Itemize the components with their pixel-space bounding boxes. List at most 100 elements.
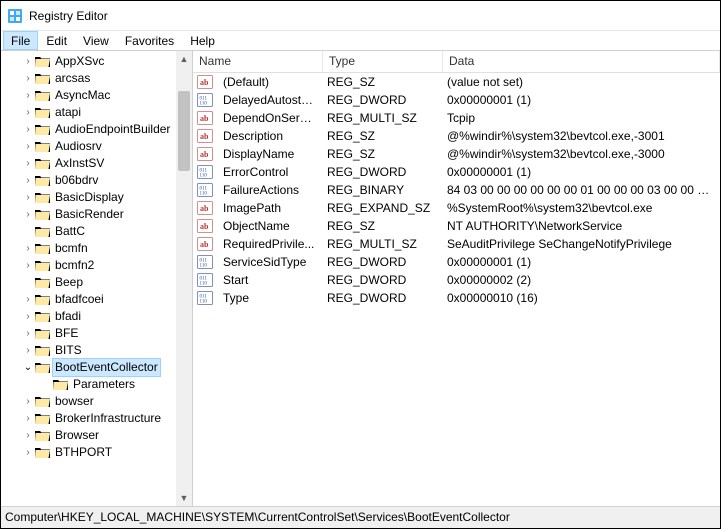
tree-node[interactable]: ›BrokerInfrastructure [3, 410, 176, 427]
chevron-right-icon[interactable]: › [21, 155, 35, 172]
list-row[interactable]: DescriptionREG_SZ@%windir%\system32\bevt… [193, 127, 720, 145]
value-type: REG_SZ [321, 129, 441, 143]
chevron-right-icon[interactable]: › [21, 410, 35, 427]
tree-node-label: Parameters [73, 376, 135, 393]
values-list[interactable]: (Default)REG_SZ(value not set)DelayedAut… [193, 73, 720, 307]
tree-node[interactable]: ›AudioEndpointBuilder [3, 121, 176, 138]
tree-node[interactable]: › BasicDisplay [3, 189, 176, 206]
folder-icon [35, 72, 51, 85]
list-row[interactable]: StartREG_DWORD0x00000002 (2) [193, 271, 720, 289]
chevron-right-icon[interactable]: › [21, 427, 35, 444]
value-data: (value not set) [441, 75, 720, 89]
tree-node[interactable]: › bfadfcoei [3, 291, 176, 308]
tree-node-label: BFE [55, 325, 78, 342]
value-type: REG_DWORD [321, 165, 441, 179]
menu-file[interactable]: File [3, 31, 38, 50]
tree-node[interactable]: BattC [3, 223, 176, 240]
chevron-right-icon[interactable]: › [21, 342, 35, 359]
tree-node-label: BattC [55, 223, 85, 240]
value-type: REG_DWORD [321, 255, 441, 269]
chevron-right-icon[interactable]: › [21, 189, 35, 206]
list-row[interactable]: DependOnServiceREG_MULTI_SZTcpip [193, 109, 720, 127]
chevron-right-icon[interactable]: › [21, 257, 35, 274]
tree-node-label: BasicDisplay [55, 189, 124, 206]
scrollbar-thumb[interactable] [178, 91, 190, 171]
tree-node[interactable]: ›AsyncMac [3, 87, 176, 104]
tree-node[interactable]: ›b06bdrv [3, 172, 176, 189]
tree-node[interactable]: ›Audiosrv [3, 138, 176, 155]
chevron-right-icon[interactable]: › [21, 70, 35, 87]
chevron-right-icon[interactable]: › [21, 444, 35, 461]
list-row[interactable]: DelayedAutostartREG_DWORD0x00000001 (1) [193, 91, 720, 109]
folder-icon [35, 361, 51, 374]
tree-node[interactable]: ›bowser [3, 393, 176, 410]
tree-node[interactable]: ›BITS [3, 342, 176, 359]
menu-help[interactable]: Help [182, 31, 223, 50]
column-header-type[interactable]: Type [323, 51, 443, 72]
chevron-right-icon[interactable]: › [21, 53, 35, 70]
list-row[interactable]: RequiredPrivile...REG_MULTI_SZSeAuditPri… [193, 235, 720, 253]
column-header-data[interactable]: Data [443, 51, 720, 72]
value-name: Type [217, 291, 321, 305]
chevron-right-icon[interactable]: › [21, 172, 35, 189]
chevron-right-icon[interactable]: › [21, 138, 35, 155]
menu-view[interactable]: View [75, 31, 117, 50]
scroll-down-arrow-icon[interactable]: ▼ [176, 490, 192, 506]
tree-node-label: BasicRender [55, 206, 124, 223]
tree-node[interactable]: Parameters [3, 376, 176, 393]
menu-edit[interactable]: Edit [38, 31, 75, 50]
value-type: REG_SZ [321, 219, 441, 233]
chevron-right-icon[interactable]: › [21, 240, 35, 257]
tree-node[interactable]: ›bcmfn2 [3, 257, 176, 274]
list-header: Name Type Data [193, 51, 720, 73]
string-value-icon [197, 236, 213, 252]
tree-node[interactable]: ›Browser [3, 427, 176, 444]
chevron-right-icon[interactable]: › [21, 121, 35, 138]
tree-node[interactable]: ›bfadi [3, 308, 176, 325]
menu-favorites[interactable]: Favorites [117, 31, 182, 50]
folder-icon [35, 412, 51, 425]
list-row[interactable]: ErrorControlREG_DWORD0x00000001 (1) [193, 163, 720, 181]
tree-node-label: arcsas [55, 70, 90, 87]
tree-node[interactable]: › BasicRender [3, 206, 176, 223]
folder-icon [35, 446, 51, 459]
tree-node[interactable]: Beep [3, 274, 176, 291]
chevron-down-icon[interactable]: ⌄ [21, 359, 35, 376]
chevron-right-icon[interactable]: › [21, 325, 35, 342]
list-row[interactable]: DisplayNameREG_SZ@%windir%\system32\bevt… [193, 145, 720, 163]
value-data: 0x00000010 (16) [441, 291, 720, 305]
list-row[interactable]: FailureActionsREG_BINARY84 03 00 00 00 0… [193, 181, 720, 199]
list-row[interactable]: ImagePathREG_EXPAND_SZ%SystemRoot%\syste… [193, 199, 720, 217]
column-header-name[interactable]: Name [193, 51, 323, 72]
chevron-right-icon[interactable]: › [21, 206, 35, 223]
folder-icon [35, 242, 51, 255]
value-name: (Default) [217, 75, 321, 89]
list-row[interactable]: (Default)REG_SZ(value not set) [193, 73, 720, 91]
tree-node[interactable]: › arcsas [3, 70, 176, 87]
chevron-right-icon[interactable]: › [21, 291, 35, 308]
tree-node[interactable]: › BFE [3, 325, 176, 342]
scroll-up-arrow-icon[interactable]: ▲ [176, 51, 192, 67]
tree-node[interactable]: ›BTHPORT [3, 444, 176, 461]
list-row[interactable]: ServiceSidTypeREG_DWORD0x00000001 (1) [193, 253, 720, 271]
tree-node-label: AppXSvc [55, 53, 104, 70]
list-row[interactable]: TypeREG_DWORD0x00000010 (16) [193, 289, 720, 307]
tree-node[interactable]: ›bcmfn [3, 240, 176, 257]
tree-scrollbar[interactable]: ▲ ▼ [176, 51, 192, 506]
tree-node-label: bfadfcoei [55, 291, 104, 308]
value-type: REG_SZ [321, 147, 441, 161]
chevron-right-icon[interactable]: › [21, 308, 35, 325]
registry-tree[interactable]: › AppXSvc › arcsas›AsyncMac›atapi›AudioEndp… [3, 53, 176, 461]
list-row[interactable]: ObjectNameREG_SZNT AUTHORITY\NetworkServ… [193, 217, 720, 235]
value-data: @%windir%\system32\bevtcol.exe,-3001 [441, 129, 720, 143]
value-name: ObjectName [217, 219, 321, 233]
chevron-right-icon[interactable]: › [21, 87, 35, 104]
tree-node[interactable]: ›atapi [3, 104, 176, 121]
tree-node[interactable]: › AppXSvc [3, 53, 176, 70]
tree-node[interactable]: ›AxInstSV [3, 155, 176, 172]
string-value-icon [197, 218, 213, 234]
chevron-right-icon[interactable]: › [21, 104, 35, 121]
chevron-right-icon[interactable]: › [21, 393, 35, 410]
tree-node[interactable]: ⌄BootEventCollector [3, 359, 176, 376]
value-name: ServiceSidType [217, 255, 321, 269]
